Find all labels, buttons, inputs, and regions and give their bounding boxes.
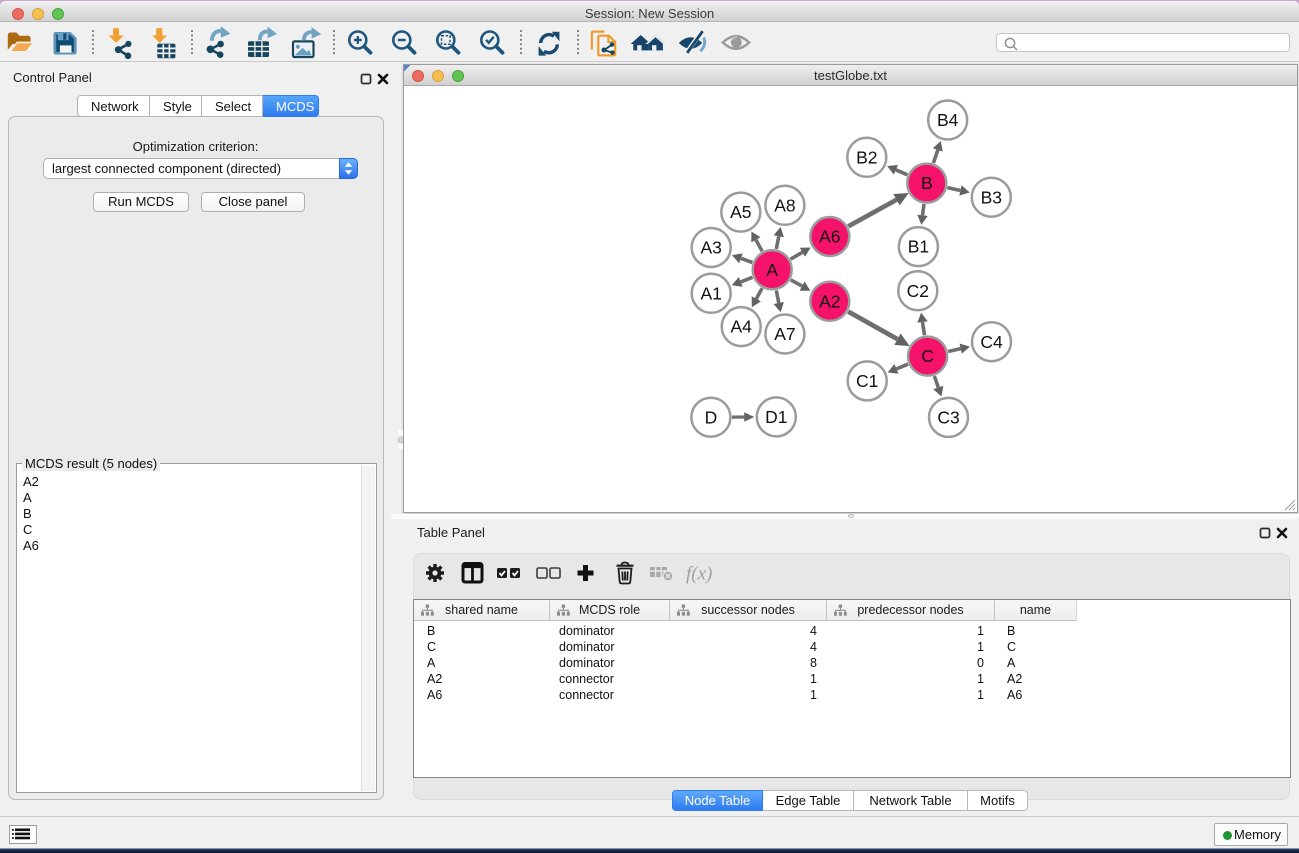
svg-text:D: D (705, 407, 718, 427)
svg-text:A8: A8 (774, 195, 795, 215)
svg-text:A4: A4 (730, 317, 752, 337)
svg-text:A6: A6 (819, 227, 840, 247)
svg-text:f(x): f(x) (686, 564, 712, 585)
svg-text:C2: C2 (907, 281, 929, 301)
svg-text:B3: B3 (981, 187, 1002, 207)
svg-text:C: C (921, 346, 934, 366)
svg-text:A5: A5 (730, 202, 751, 222)
svg-text:C1: C1 (856, 371, 878, 391)
svg-text:A1: A1 (700, 283, 721, 303)
svg-text:B2: B2 (856, 147, 877, 167)
svg-text:A: A (766, 260, 778, 280)
svg-text:B4: B4 (937, 110, 959, 130)
svg-text:A3: A3 (700, 238, 721, 258)
svg-text:D1: D1 (765, 407, 787, 427)
svg-text:A7: A7 (774, 324, 795, 344)
svg-text:B1: B1 (908, 237, 929, 257)
svg-text:C4: C4 (980, 332, 1003, 352)
svg-text:C3: C3 (937, 408, 959, 428)
svg-text:B: B (921, 173, 933, 193)
svg-text:A2: A2 (819, 291, 840, 311)
